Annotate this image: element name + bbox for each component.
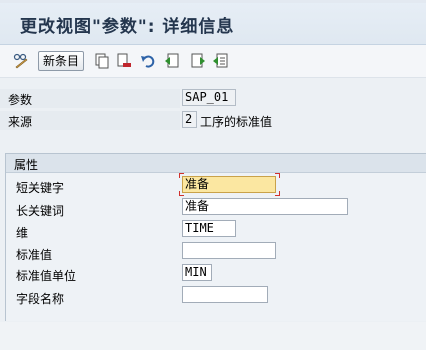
source-description: 工序的标准值 [200, 115, 273, 129]
field-name-label: 字段名称 [16, 292, 65, 306]
select-all-icon[interactable] [212, 53, 228, 69]
application-toolbar: 新条目 [0, 45, 426, 78]
new-entries-button[interactable]: 新条目 [38, 51, 85, 71]
undo-icon[interactable] [140, 53, 156, 69]
short-keyword-label: 短关键字 [16, 181, 65, 195]
attributes-group-header: 属性 [6, 154, 426, 173]
long-keyword-label: 长关键词 [16, 204, 65, 218]
parameter-label: 参数 [8, 93, 33, 107]
source-label: 来源 [8, 115, 33, 129]
standard-value-unit-label: 标准值单位 [16, 269, 77, 283]
standard-value-label: 标准值 [16, 248, 53, 262]
focus-marker-top-left [179, 173, 184, 178]
dimension-input[interactable]: TIME [182, 220, 236, 237]
long-keyword-input[interactable]: 准备 [182, 198, 348, 215]
edit-glasses-icon[interactable] [13, 53, 29, 69]
focus-marker-bottom-right [275, 191, 280, 196]
dimension-label: 维 [16, 226, 29, 240]
next-entry-icon[interactable] [190, 53, 206, 69]
title-bar: 更改视图"参数": 详细信息 [0, 0, 426, 45]
previous-entry-icon[interactable] [164, 53, 180, 69]
field-name-input[interactable] [182, 286, 268, 303]
bottom-band [0, 322, 426, 350]
copy-icon[interactable] [94, 53, 110, 69]
attributes-group-title: 属性 [14, 158, 39, 172]
standard-value-unit-input[interactable]: MIN [182, 264, 212, 281]
page-title: 更改视图"参数": 详细信息 [20, 17, 235, 37]
focus-marker-bottom-left [179, 191, 184, 196]
source-code-field: 2 [182, 111, 197, 128]
focus-marker-top-right [275, 173, 280, 178]
title-top-border [0, 0, 426, 3]
parameter-field: SAP_01 [182, 89, 236, 106]
standard-value-input[interactable] [182, 242, 276, 259]
short-keyword-input[interactable]: 准备 [182, 176, 276, 193]
delete-icon[interactable] [116, 53, 132, 69]
